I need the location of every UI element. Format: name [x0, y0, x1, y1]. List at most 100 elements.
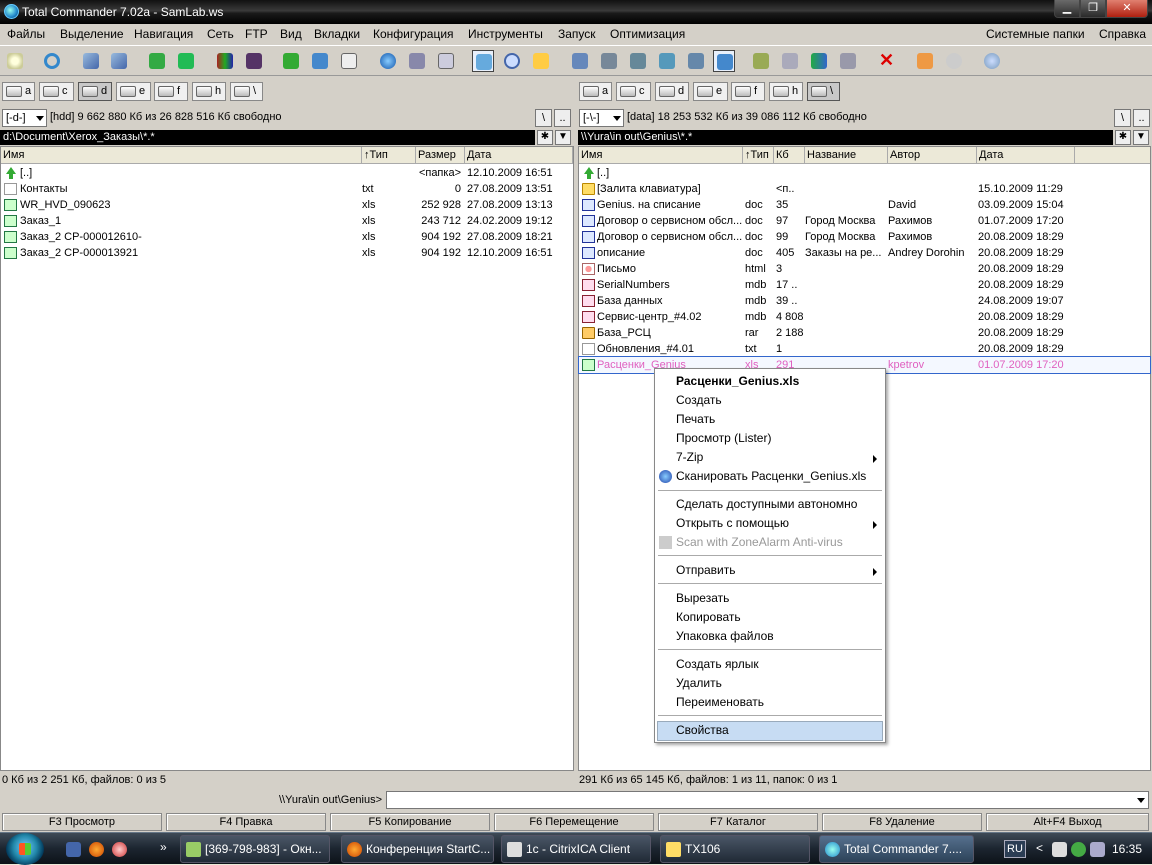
- f8-delete-button[interactable]: F8 Удаление: [822, 813, 982, 831]
- right-drive-a[interactable]: a: [579, 82, 612, 101]
- f3-view-button[interactable]: F3 Просмотр: [2, 813, 162, 831]
- brief-view-icon[interactable]: [569, 50, 591, 72]
- firefox-icon[interactable]: [89, 842, 104, 857]
- menu-navigation[interactable]: Навигация: [134, 27, 193, 41]
- right-drive-f[interactable]: f: [731, 82, 765, 101]
- left-drive-e[interactable]: e: [116, 82, 151, 101]
- archive-books-icon[interactable]: [214, 50, 236, 72]
- table-row[interactable]: Договор о сервисном обсл... doc 99 Город Мо…: [579, 229, 1150, 245]
- task-button-total-commander[interactable]: Total Commander 7....: [819, 835, 974, 863]
- left-drive-h[interactable]: h: [192, 82, 226, 101]
- left-drive-combo[interactable]: [-d-]: [2, 109, 47, 127]
- f7-mkdir-button[interactable]: F7 Каталог: [658, 813, 818, 831]
- table-row[interactable]: Договор о сервисном обсл... doc 97 Город Мо…: [579, 213, 1150, 229]
- menu-item-open[interactable]: Расценки_Genius.xls: [676, 374, 799, 388]
- menu-selection[interactable]: Выделение: [60, 27, 124, 41]
- edit-icon[interactable]: [914, 50, 936, 72]
- checklist-icon[interactable]: [338, 50, 360, 72]
- right-root-button[interactable]: \: [1114, 109, 1131, 127]
- left-path[interactable]: d:\Document\Xerox_Заказы\*.*: [0, 130, 535, 145]
- tray-icon[interactable]: [1071, 842, 1086, 857]
- volume-icon[interactable]: [1090, 842, 1105, 857]
- menu-item-open-with[interactable]: Открыть с помощью: [676, 516, 789, 530]
- column-date[interactable]: Дата: [465, 147, 573, 164]
- menu-item-scan[interactable]: Сканировать Расценки_Genius.xls: [676, 469, 866, 483]
- quicklaunch-overflow-icon[interactable]: »: [160, 840, 167, 854]
- table-row[interactable]: Заказ_2 СР-000012610- xls 904 192 27.08.200…: [1, 229, 573, 245]
- search-icon[interactable]: [501, 50, 523, 72]
- column-title[interactable]: Название: [805, 147, 888, 164]
- zonealarm-tray-icon[interactable]: [1052, 842, 1067, 857]
- left-history-button[interactable]: ▼: [555, 130, 571, 145]
- thumbnail-view-icon[interactable]: [627, 50, 649, 72]
- menu-view[interactable]: Вид: [280, 27, 302, 41]
- f4-edit-button[interactable]: F4 Правка: [166, 813, 326, 831]
- left-favorites-button[interactable]: ✱: [537, 130, 553, 145]
- clock-icon[interactable]: [943, 50, 965, 72]
- menu-tabs[interactable]: Вкладки: [314, 27, 360, 41]
- table-row[interactable]: Сервис-центр_#4.02 mdb 4 808 20.08.2009 18:…: [579, 309, 1150, 325]
- right-drive-c[interactable]: c: [616, 82, 651, 101]
- minimize-button[interactable]: ▁: [1054, 0, 1080, 18]
- menu-optimization[interactable]: Оптимизация: [610, 27, 685, 41]
- left-root-button[interactable]: \: [535, 109, 552, 127]
- opera-icon[interactable]: [112, 842, 127, 857]
- f5-copy-button[interactable]: F5 Копирование: [330, 813, 490, 831]
- table-row[interactable]: SerialNumbers mdb 17 .. 20.08.2009 18:29: [579, 277, 1150, 293]
- maximize-button[interactable]: ❐: [1080, 0, 1106, 18]
- tree-icon[interactable]: [146, 50, 168, 72]
- menu-item-print[interactable]: Печать: [676, 412, 715, 426]
- sort-icon[interactable]: [309, 50, 331, 72]
- table-row[interactable]: База_РСЦ rar 2 188 20.08.2009 18:29: [579, 325, 1150, 341]
- menu-configuration[interactable]: Конфигурация: [373, 27, 454, 41]
- tools-icon[interactable]: [750, 50, 772, 72]
- table-row[interactable]: [..]: [579, 165, 1150, 181]
- close-button[interactable]: ✕: [1106, 0, 1148, 18]
- compare-icon[interactable]: [280, 50, 302, 72]
- right-drive-combo[interactable]: [-\-]: [579, 109, 624, 127]
- column-kb[interactable]: Кб: [774, 147, 805, 164]
- menu-item-offline[interactable]: Сделать доступными автономно: [676, 497, 857, 511]
- column-name[interactable]: Имя: [579, 147, 743, 164]
- task-button-4[interactable]: TX106: [660, 835, 810, 863]
- star-view-icon[interactable]: [472, 50, 494, 72]
- right-drive-h[interactable]: h: [769, 82, 803, 101]
- menu-network[interactable]: Сеть: [207, 27, 234, 41]
- alt-f4-exit-button[interactable]: Alt+F4 Выход: [986, 813, 1149, 831]
- table-row[interactable]: Заказ_2 СР-000013921 xls 904 192 12.10.2009…: [1, 245, 573, 261]
- left-drive-d[interactable]: d: [78, 82, 112, 101]
- forward-icon[interactable]: [108, 50, 130, 72]
- full-view-icon[interactable]: [598, 50, 620, 72]
- table-row[interactable]: Письмо html 3 20.08.2009 18:29: [579, 261, 1150, 277]
- column-author[interactable]: Автор: [888, 147, 977, 164]
- refresh-icon[interactable]: [41, 50, 63, 72]
- menu-files[interactable]: Файлы: [7, 27, 45, 41]
- menu-tools[interactable]: Инструменты: [468, 27, 543, 41]
- column-name[interactable]: Имя: [1, 147, 362, 164]
- right-path[interactable]: \\Yura\in out\Genius\*.*: [578, 130, 1113, 145]
- menu-item-new[interactable]: Создать: [676, 393, 722, 407]
- table-row[interactable]: База данных mdb 39 .. 24.08.2009 19:07: [579, 293, 1150, 309]
- start-button[interactable]: [6, 833, 44, 865]
- menu-item-shortcut[interactable]: Создать ярлык: [676, 657, 759, 671]
- table-row[interactable]: Заказ_1 xls 243 712 24.02.2009 19:12: [1, 213, 573, 229]
- pack-icon[interactable]: [175, 50, 197, 72]
- left-file-panel[interactable]: Имя ↑Тип Размер Дата [..] <папка> 12.10.20…: [0, 146, 574, 771]
- settings-icon[interactable]: [837, 50, 859, 72]
- task-button-2[interactable]: Конференция StartC...: [341, 835, 494, 863]
- table-row[interactable]: описание doc 405 Заказы на ре... Andrey Doro…: [579, 245, 1150, 261]
- right-drive-network[interactable]: \: [807, 82, 840, 101]
- active-view-icon[interactable]: [713, 50, 735, 72]
- left-drive-c[interactable]: c: [39, 82, 74, 101]
- f6-move-button[interactable]: F6 Перемещение: [494, 813, 654, 831]
- table-row[interactable]: Контакты txt 0 27.08.2009 13:51: [1, 181, 573, 197]
- menu-item-properties[interactable]: Свойства: [676, 723, 729, 737]
- task-button-1[interactable]: [369-798-983] - Окн...: [180, 835, 330, 863]
- table-row[interactable]: [Залита клавиатура] <п.. 15.10.2009 11:29: [579, 181, 1150, 197]
- column-type[interactable]: ↑Тип: [743, 147, 774, 164]
- left-drive-a[interactable]: a: [2, 82, 35, 101]
- command-line-input[interactable]: [386, 791, 1149, 809]
- tray-expand-icon[interactable]: <: [1036, 841, 1043, 855]
- menu-item-lister[interactable]: Просмотр (Lister): [676, 431, 771, 445]
- left-up-button[interactable]: ..: [554, 109, 571, 127]
